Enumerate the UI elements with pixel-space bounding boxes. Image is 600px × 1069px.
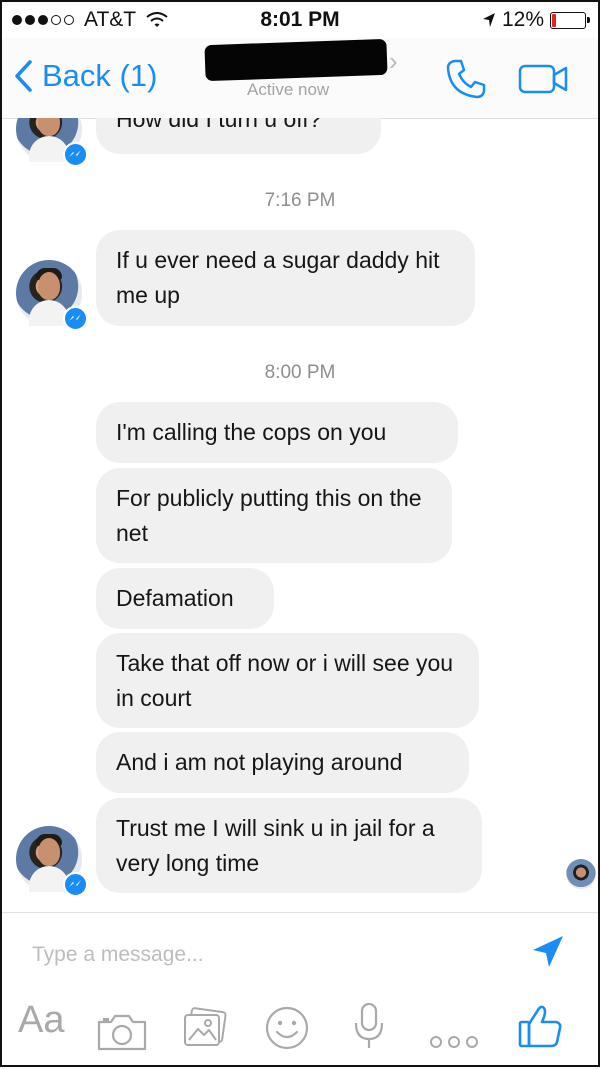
- message-bubble[interactable]: I'm calling the cops on you: [96, 402, 458, 463]
- message-bubble[interactable]: Take that off now or i will see you in c…: [96, 633, 479, 728]
- send-icon[interactable]: [528, 933, 566, 971]
- message-text: If u ever need a sugar daddy hit me up: [116, 247, 440, 308]
- gallery-icon[interactable]: [180, 1001, 230, 1055]
- message-text: Trust me I will sink u in jail for a ver…: [116, 815, 435, 876]
- message-thread[interactable]: How did I turn u off? 7:16 PM If u ever …: [0, 118, 600, 912]
- microphone-icon[interactable]: [352, 999, 386, 1053]
- avatar-face: [38, 118, 60, 136]
- seen-indicator-avatar: [566, 859, 596, 889]
- camera-icon[interactable]: [96, 1005, 148, 1059]
- messenger-badge-icon: [63, 872, 88, 897]
- thumbs-up-icon[interactable]: [516, 999, 564, 1053]
- location-arrow-icon: [482, 13, 495, 27]
- active-status: Active now: [247, 80, 330, 99]
- text-format-button[interactable]: Aa: [18, 999, 64, 1053]
- message-text: I'm calling the cops on you: [116, 419, 387, 445]
- back-chevron-icon: [15, 60, 32, 92]
- back-button-label: Back (1): [42, 58, 158, 93]
- status-right: 12%: [482, 8, 590, 32]
- composer: Aa: [0, 912, 600, 1068]
- avatar[interactable]: [16, 118, 88, 167]
- composer-toolbar: Aa: [0, 993, 600, 1053]
- message-bubble[interactable]: Defamation: [96, 568, 274, 629]
- more-icon[interactable]: [428, 1015, 480, 1069]
- message-input[interactable]: [30, 939, 514, 971]
- message-text: For publicly putting this on the net: [116, 485, 422, 546]
- avatar[interactable]: [16, 260, 88, 331]
- avatar[interactable]: [16, 826, 88, 897]
- message-text: Take that off now or i will see you in c…: [116, 650, 454, 711]
- battery-cap: [587, 16, 590, 23]
- contact-name-button[interactable]: › Active now: [204, 38, 405, 106]
- timestamp: 8:00 PM: [264, 362, 336, 383]
- message-bubble[interactable]: And i am not playing around: [96, 732, 469, 793]
- phone-icon[interactable]: [443, 56, 489, 102]
- message-text: And i am not playing around: [116, 749, 403, 775]
- video-camera-icon[interactable]: [518, 60, 570, 98]
- timestamp: 7:16 PM: [264, 190, 336, 211]
- battery-level-fill: [552, 13, 556, 27]
- message-bubble[interactable]: How did I turn u off?: [96, 118, 381, 154]
- message-bubble[interactable]: If u ever need a sugar daddy hit me up: [96, 230, 475, 326]
- messenger-badge-icon: [63, 142, 88, 167]
- avatar-face: [38, 272, 60, 300]
- back-button[interactable]: Back (1): [14, 58, 157, 94]
- battery-icon: [550, 11, 590, 29]
- message-text: How did I turn u off?: [116, 118, 322, 132]
- chevron-right-icon: ›: [389, 46, 398, 76]
- messenger-badge-icon: [63, 306, 88, 331]
- message-bubble[interactable]: For publicly putting this on the net: [96, 468, 452, 563]
- avatar-face: [38, 838, 60, 866]
- status-bar: AT&T 8:01 PM 12%: [0, 0, 600, 38]
- conversation-header: Back (1) › Active now: [0, 38, 600, 119]
- emoji-icon[interactable]: [264, 1001, 310, 1055]
- message-bubble[interactable]: Trust me I will sink u in jail for a ver…: [96, 798, 482, 893]
- battery-percent: 12%: [501, 8, 544, 31]
- redacted-contact-name: [204, 38, 388, 82]
- message-text: Defamation: [116, 585, 234, 611]
